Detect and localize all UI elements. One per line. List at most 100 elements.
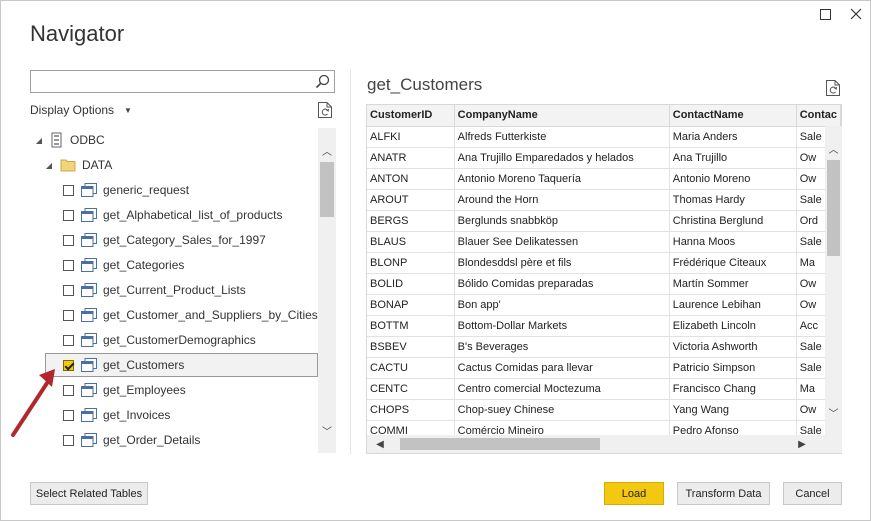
preview-vertical-scrollbar[interactable]: ︿ ﹀ — [825, 126, 842, 435]
tree-item[interactable]: get_Invoices — [63, 403, 336, 427]
annotation-arrow-icon — [11, 369, 55, 437]
table-row: BOTTM Bottom-Dollar Markets Elizabeth Linc… — [367, 315, 841, 337]
navigator-tree: ◢ ODBC ◢ DATA generic_request get_Alphabe… — [30, 128, 336, 453]
scrollbar-thumb[interactable] — [320, 162, 334, 217]
table-cell: Martín Sommer — [669, 273, 797, 295]
transform-data-button[interactable]: Transform Data — [677, 482, 770, 505]
table-cell: BOTTM — [367, 315, 455, 337]
expand-triangle-icon[interactable]: ◢ — [34, 136, 44, 145]
table-cell: Elizabeth Lincoln — [669, 315, 797, 337]
preview-table: CustomerID CompanyName ContactName Conta… — [367, 105, 841, 442]
table-icon — [81, 358, 97, 372]
scroll-up-icon[interactable]: ︿ — [318, 142, 336, 158]
tree-item-checkbox[interactable] — [63, 334, 74, 346]
refresh-icon[interactable] — [317, 101, 333, 119]
table-row: BONAP Bon app' Laurence Lebihan Ow — [367, 294, 841, 316]
scroll-down-icon[interactable]: ﹀ — [318, 422, 336, 438]
search-input[interactable] — [31, 71, 311, 92]
table-icon — [81, 308, 97, 322]
search-box[interactable] — [30, 70, 335, 93]
table-cell: Patricio Simpson — [669, 357, 797, 379]
display-options-label: Display Options — [30, 103, 115, 117]
table-cell: Yang Wang — [669, 399, 797, 421]
table-row: ALFKI Alfreds Futterkiste Maria Anders Sale — [367, 126, 841, 148]
tree-item[interactable]: get_Customers — [45, 353, 318, 377]
table-icon — [81, 183, 97, 197]
table-cell: Bon app' — [454, 294, 670, 316]
tree-item[interactable]: generic_request — [63, 178, 336, 202]
table-cell: Bólido Comidas preparadas — [454, 273, 670, 295]
folder-icon — [60, 159, 76, 172]
tree-node-odbc[interactable]: ◢ ODBC — [34, 128, 322, 152]
tree-item-label: get_Customer_and_Suppliers_by_Cities — [103, 308, 318, 322]
tree-item[interactable]: get_Order_Details — [63, 428, 336, 452]
tree-item[interactable]: get_Employees — [63, 378, 336, 402]
table-cell: BSBEV — [367, 336, 455, 358]
tree-item-label: get_Alphabetical_list_of_products — [103, 208, 283, 222]
tree-item[interactable]: get_Customer_and_Suppliers_by_Cities — [63, 303, 336, 327]
cancel-button[interactable]: Cancel — [783, 482, 842, 505]
scrollbar-thumb[interactable] — [400, 438, 600, 450]
tree-item[interactable]: get_Categories — [63, 253, 336, 277]
table-cell: Ana Trujillo Emparedados y helados — [454, 147, 670, 169]
close-icon[interactable] — [844, 5, 868, 23]
table-cell: Laurence Lebihan — [669, 294, 797, 316]
tree-item-checkbox[interactable] — [63, 309, 74, 321]
tree-item[interactable]: get_CustomerDemographics — [63, 328, 336, 352]
maximize-icon[interactable] — [813, 5, 837, 23]
table-cell: B's Beverages — [454, 336, 670, 358]
tree-item[interactable]: get_Current_Product_Lists — [63, 278, 336, 302]
scroll-down-icon[interactable]: ﹀ — [825, 404, 842, 420]
table-cell: Ana Trujillo — [669, 147, 797, 169]
tree-item-checkbox[interactable] — [63, 259, 74, 271]
tree-item-checkbox[interactable] — [63, 209, 74, 221]
tree-item-checkbox[interactable] — [63, 284, 74, 296]
table-cell: ANTON — [367, 168, 455, 190]
table-icon — [81, 233, 97, 247]
tree-item-label: get_Current_Product_Lists — [103, 283, 246, 297]
table-cell: Victoria Ashworth — [669, 336, 797, 358]
preview-horizontal-scrollbar[interactable]: ◀ ▶ — [367, 435, 825, 453]
preview-title: get_Customers — [367, 75, 483, 94]
table-cell: CENTC — [367, 378, 455, 400]
table-row: CACTU Cactus Comidas para llevar Patricio … — [367, 357, 841, 379]
tree-node-data[interactable]: ◢ DATA — [44, 153, 332, 177]
tree-item-checkbox[interactable] — [63, 184, 74, 196]
table-row: CENTC Centro comercial Moctezuma Francisco… — [367, 378, 841, 400]
tree-node-label: ODBC — [70, 133, 105, 147]
tree-node-label: DATA — [82, 158, 113, 172]
scroll-up-icon[interactable]: ︿ — [825, 140, 842, 156]
table-icon — [81, 433, 97, 447]
table-cell: Christina Berglund — [669, 210, 797, 232]
table-cell: BLONP — [367, 252, 455, 274]
tree-scrollbar[interactable]: ︿ ﹀ — [318, 128, 336, 453]
scroll-right-icon[interactable]: ▶ — [795, 436, 809, 452]
table-cell: BLAUS — [367, 231, 455, 253]
column-header[interactable]: CompanyName — [454, 105, 670, 127]
tree-item[interactable]: get_Category_Sales_for_1997 — [63, 228, 336, 252]
table-cell: Cactus Comidas para llevar — [454, 357, 670, 379]
expand-triangle-icon[interactable]: ◢ — [44, 161, 54, 170]
display-options-dropdown[interactable]: Display Options ▼ — [30, 103, 132, 117]
table-cell: CACTU — [367, 357, 455, 379]
refresh-preview-icon[interactable] — [825, 79, 841, 97]
table-cell: Francisco Chang — [669, 378, 797, 400]
scroll-left-icon[interactable]: ◀ — [373, 436, 387, 452]
column-header[interactable]: CustomerID — [367, 105, 455, 127]
dialog-title: Navigator — [30, 21, 125, 46]
tree-item-label: get_Employees — [103, 383, 186, 397]
table-cell: Around the Horn — [454, 189, 670, 211]
select-related-tables-button[interactable]: Select Related Tables — [30, 482, 148, 505]
table-icon — [81, 283, 97, 297]
table-cell: Maria Anders — [669, 126, 797, 148]
load-button[interactable]: Load — [604, 482, 664, 505]
search-icon[interactable] — [314, 73, 331, 90]
scrollbar-thumb[interactable] — [827, 160, 840, 256]
chevron-down-icon: ▼ — [124, 105, 132, 115]
table-icon — [81, 208, 97, 222]
column-header[interactable]: Contac — [796, 105, 841, 127]
column-header[interactable]: ContactName — [669, 105, 797, 127]
table-icon — [81, 258, 97, 272]
tree-item[interactable]: get_Alphabetical_list_of_products — [63, 203, 336, 227]
tree-item-checkbox[interactable] — [63, 234, 74, 246]
